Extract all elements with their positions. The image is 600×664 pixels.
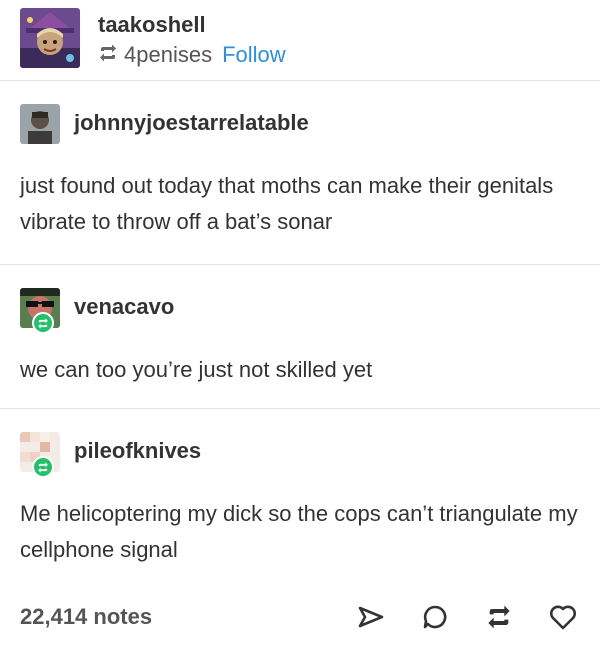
thread-entry: johnnyjoestarrelatable just found out to… (20, 104, 590, 240)
post-text: we can too you’re just not skilled yet (20, 357, 373, 382)
reply-icon[interactable] (418, 600, 452, 634)
notes-count[interactable]: 22,414 notes (20, 604, 152, 630)
post-text: Me helicoptering my dick so the cops can… (20, 501, 578, 562)
username[interactable]: johnnyjoestarrelatable (74, 110, 309, 136)
op-username[interactable]: taakoshell (98, 12, 206, 38)
thread-entry: pileofknives Me helicoptering my dick so… (20, 432, 590, 568)
post-header: taakoshell 4penises Follow (20, 8, 580, 74)
post-text: just found out today that moths can make… (20, 173, 554, 234)
reblog-icon (98, 42, 118, 68)
divider (0, 264, 600, 265)
reblog-icon[interactable] (482, 600, 516, 634)
user-row: venacavo (20, 288, 590, 334)
post-footer: 22,414 notes (20, 596, 580, 640)
thread-entry: venacavo we can too you’re just not skil… (20, 288, 590, 388)
follow-button[interactable]: Follow (222, 42, 286, 68)
user-row: pileofknives (20, 432, 590, 478)
reblog-badge-icon (32, 456, 54, 478)
username[interactable]: pileofknives (74, 438, 201, 464)
post-actions (354, 600, 580, 634)
username[interactable]: venacavo (74, 294, 174, 320)
reblog-source: 4penises Follow (98, 42, 286, 68)
reblogged-from-username[interactable]: 4penises (124, 42, 212, 68)
op-avatar[interactable] (20, 8, 80, 68)
like-icon[interactable] (546, 600, 580, 634)
avatar[interactable] (20, 104, 60, 144)
divider (0, 80, 600, 81)
divider (0, 408, 600, 409)
reblog-badge-icon (32, 312, 54, 334)
share-icon[interactable] (354, 600, 388, 634)
user-row: johnnyjoestarrelatable (20, 104, 590, 144)
